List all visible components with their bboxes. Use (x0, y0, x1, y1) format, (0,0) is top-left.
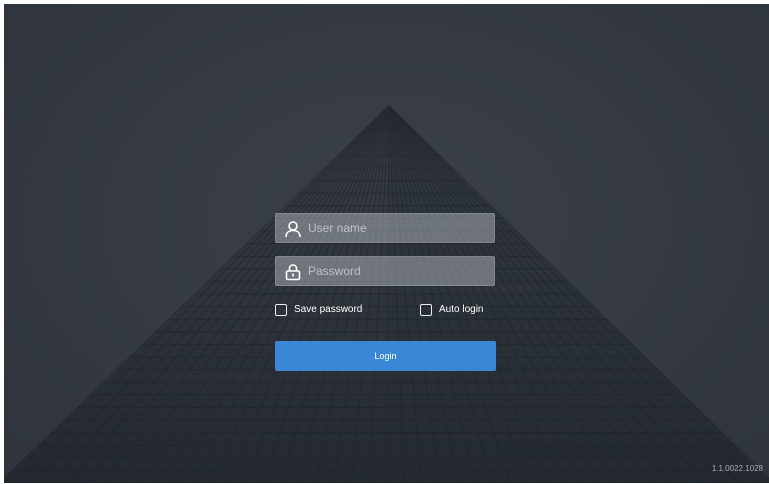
login-options: Save password Auto login (275, 304, 497, 320)
version-label: 1.1.0022.1028 (711, 464, 763, 473)
password-field[interactable] (275, 256, 495, 286)
auto-login-checkbox-box[interactable] (420, 304, 432, 316)
username-field[interactable] (275, 213, 495, 243)
save-password-checkbox[interactable]: Save password (275, 304, 362, 316)
save-password-label: Save password (294, 304, 363, 315)
username-input[interactable] (308, 214, 488, 242)
login-screen: Save password Auto login Login 1.1.0022.… (4, 4, 769, 483)
login-form: Save password Auto login Login (275, 213, 497, 371)
auto-login-label: Auto login (439, 304, 484, 315)
save-password-checkbox-box[interactable] (275, 304, 287, 316)
login-button[interactable]: Login (275, 341, 496, 371)
password-input[interactable] (308, 257, 488, 285)
auto-login-checkbox[interactable]: Auto login (420, 304, 483, 316)
lock-icon (285, 264, 301, 281)
user-icon (285, 221, 301, 238)
